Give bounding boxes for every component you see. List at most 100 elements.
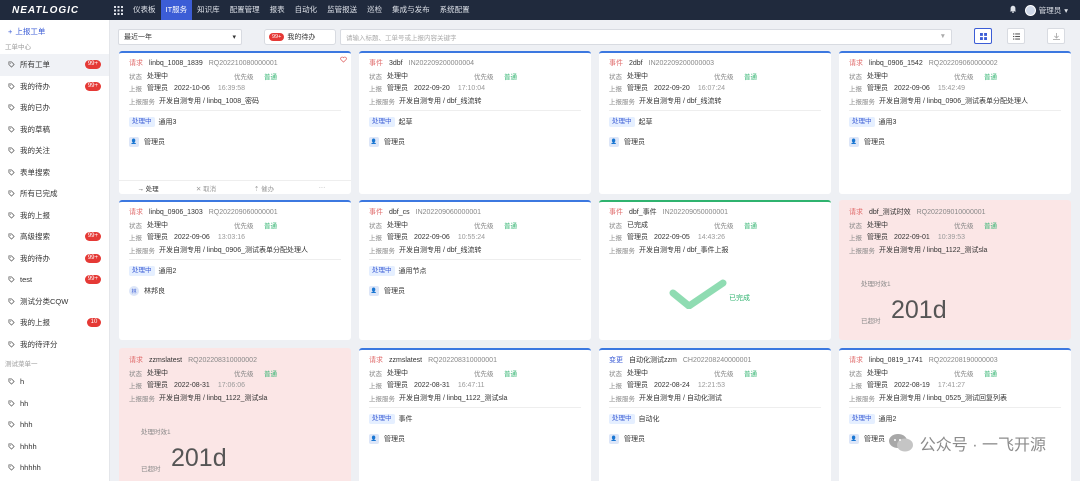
step-name: 通用2 bbox=[158, 268, 177, 275]
nav-it-service[interactable]: IT服务 bbox=[160, 0, 193, 20]
ticket-code: RQ202210080000001 bbox=[208, 59, 278, 67]
ticket-card[interactable]: 请求 dbf_测试时效 RQ202209010000001 状态 处理中 优先级 普通 上报管… bbox=[839, 200, 1071, 340]
ticket-title[interactable]: linbq_0906_1303 bbox=[149, 209, 203, 216]
status-value: 处理中 bbox=[627, 72, 648, 80]
card-view-button[interactable] bbox=[974, 28, 992, 44]
sidebar-item[interactable]: hhhh bbox=[0, 436, 109, 458]
sidebar-item[interactable]: 表单搜索 bbox=[0, 162, 109, 184]
sidebar-item[interactable]: 我的上报 10 bbox=[0, 312, 109, 334]
nav-regulatory[interactable]: 监管报送 bbox=[322, 0, 362, 20]
service-path: 开发自测专用 / linbq_1122_测试sla bbox=[159, 394, 268, 402]
cancel-button[interactable]: ✕ 取消 bbox=[177, 183, 235, 193]
time-range-select[interactable]: 最近一年 ▾ bbox=[118, 28, 242, 45]
ticket-card[interactable]: 请求 linbq_0906_1303 RQ202209060000001 状态 处理中优… bbox=[119, 200, 351, 340]
export-button[interactable] bbox=[1047, 28, 1065, 44]
more-button[interactable]: ··· bbox=[293, 184, 351, 191]
nav-integration[interactable]: 集成与发布 bbox=[387, 0, 435, 20]
grid-view-icon bbox=[979, 32, 987, 40]
sidebar-item[interactable]: 我的已办 bbox=[0, 97, 109, 119]
sidebar-item[interactable]: hh bbox=[0, 393, 109, 415]
ticket-title[interactable]: linbq_1008_1839 bbox=[149, 60, 203, 67]
user-icon: 👤 bbox=[370, 288, 378, 294]
ticket-title[interactable]: dbf_测试时效 bbox=[869, 207, 911, 217]
search-input[interactable]: 请输入标题、工单号或上报内容关键字 ▼ bbox=[340, 28, 952, 45]
ticket-card[interactable]: 请求 linbq_0906_1542 RQ202209060000002 状态 处理中优… bbox=[839, 51, 1071, 194]
nav-knowledge[interactable]: 知识库 bbox=[192, 0, 225, 20]
ticket-card[interactable]: 变更 自动化测试zzm CH202208240000001 状态 处理中 优先级 普通 上报管… bbox=[599, 348, 831, 481]
ticket-type: 事件 bbox=[609, 60, 623, 68]
process-button[interactable]: → 处理 bbox=[119, 183, 177, 193]
ticket-card[interactable]: 事件 dbf_cs IN202209060000001 状态 处理中 优先级 普通 上报 管理员… bbox=[359, 200, 591, 340]
ticket-title[interactable]: dbf_事件 bbox=[629, 207, 657, 217]
sidebar-item[interactable]: hhhhh bbox=[0, 457, 109, 479]
sidebar-item[interactable]: 我的上报 bbox=[0, 205, 109, 227]
step-status-tag: 处理中 bbox=[609, 414, 635, 424]
sidebar-item[interactable]: 所有已完成 bbox=[0, 183, 109, 205]
list-view-button[interactable] bbox=[1007, 28, 1025, 44]
nav-inspection[interactable]: 巡检 bbox=[362, 0, 387, 20]
sidebar-item[interactable]: 我的关注 bbox=[0, 140, 109, 162]
sla-duration: 201d bbox=[891, 296, 947, 324]
ticket-card[interactable]: 请求 zzmslatest RQ202208310000002 状态 处理中 优先级 普通上… bbox=[119, 348, 351, 481]
sidebar-item[interactable]: 所有工单 99+ bbox=[0, 54, 109, 76]
ticket-card[interactable]: 事件 dbf_事件 IN202209050000001 状态 已完成 优先级 普通 上报 管理员… bbox=[599, 200, 831, 340]
download-icon bbox=[1052, 32, 1060, 40]
sidebar-item[interactable]: 测试分类CQW bbox=[0, 291, 109, 313]
sidebar-item[interactable]: 我的草稿 bbox=[0, 119, 109, 141]
step-status-tag: 处理中 bbox=[849, 117, 875, 127]
ticket-title[interactable]: linbq_0819_1741 bbox=[869, 357, 923, 364]
service-path: 开发自测专用 / linbq_0906_测试表单分配处理人 bbox=[879, 97, 1028, 105]
status-value: 处理中 bbox=[147, 72, 168, 80]
sidebar-item[interactable]: 我的待评分 bbox=[0, 334, 109, 356]
report-time: 15:42:49 bbox=[937, 84, 966, 92]
my-todo-button[interactable]: 99+ 我的待办 bbox=[264, 28, 336, 45]
sidebar-section-title: 测试菜单一 bbox=[5, 361, 38, 368]
nav-system-config[interactable]: 系统配置 bbox=[435, 0, 475, 20]
nav-cmdb[interactable]: 配置管理 bbox=[225, 0, 265, 20]
filter-icon[interactable]: ▼ bbox=[940, 33, 946, 40]
nav-dashboard[interactable]: 仪表板 bbox=[128, 0, 161, 20]
ticket-title[interactable]: 2dbf bbox=[629, 60, 643, 67]
ticket-card[interactable]: 请求 zzmslatest RQ202208310000001 状态 处理中 优先级 普通上… bbox=[359, 348, 591, 481]
ticket-card[interactable]: 事件 2dbf IN202209200000003 状态 处理中 优先级 普通 上报 管理员 20… bbox=[599, 51, 831, 194]
toolbar: 最近一年 ▾ 99+ 我的待办 请输入标题、工单号或上报内容关键字 ▼ bbox=[110, 20, 1080, 53]
sidebar-item[interactable]: hhh bbox=[0, 414, 109, 436]
ticket-code: IN202209200000004 bbox=[408, 59, 475, 67]
user-icon: 👤 bbox=[370, 436, 378, 442]
ticket-title[interactable]: linbq_0906_1542 bbox=[869, 60, 923, 67]
sidebar-item[interactable]: 高级搜索 99+ bbox=[0, 226, 109, 248]
reporter-value: 管理员 bbox=[147, 234, 168, 242]
ticket-title[interactable]: dbf_cs bbox=[389, 209, 410, 216]
sidebar-item[interactable]: 我的待办 99+ bbox=[0, 248, 109, 270]
user-menu[interactable]: 管理员 ▾ bbox=[1024, 4, 1068, 16]
ticket-title[interactable]: zzmslatest bbox=[149, 357, 182, 364]
report-ticket-button[interactable]: + 上报工单 bbox=[0, 20, 109, 42]
tag-icon bbox=[8, 147, 15, 154]
heart-icon[interactable] bbox=[340, 56, 347, 63]
ticket-card[interactable]: 事件 3dbf IN202209200000004 状态 处理中 优先级 普通 上报 管理员 20… bbox=[359, 51, 591, 194]
tag-icon bbox=[8, 255, 15, 262]
service-path: 开发自测专用 / linbq_0906_测试表单分配处理人 bbox=[159, 246, 308, 254]
ticket-code: IN202209050000001 bbox=[662, 208, 729, 216]
sidebar-item[interactable]: h bbox=[0, 371, 109, 393]
urge-button[interactable]: ⇡ 催办 bbox=[235, 183, 293, 193]
ticket-title[interactable]: 3dbf bbox=[389, 60, 403, 67]
divider bbox=[849, 407, 1061, 408]
service-path: 开发自测专用 / linbq_1122_测试sla bbox=[399, 394, 508, 402]
ticket-card[interactable]: 请求 linbq_1008_1839 RQ202210080000001 状态 处理中优… bbox=[119, 51, 351, 194]
report-date: 2022-09-01 bbox=[894, 233, 930, 241]
nav-report[interactable]: 报表 bbox=[265, 0, 290, 20]
nav-automation[interactable]: 自动化 bbox=[290, 0, 323, 20]
divider bbox=[849, 110, 1061, 111]
main-content: 最近一年 ▾ 99+ 我的待办 请输入标题、工单号或上报内容关键字 ▼ 请求 linbq… bbox=[110, 20, 1080, 481]
report-date: 2022-08-19 bbox=[894, 381, 930, 389]
ticket-card[interactable]: 请求 linbq_0819_1741 RQ202208190000003 状态 处理中优… bbox=[839, 348, 1071, 481]
ticket-title[interactable]: zzmslatest bbox=[389, 357, 422, 364]
sidebar-item[interactable]: 我的待办 99+ bbox=[0, 76, 109, 98]
app-grid-icon[interactable] bbox=[108, 0, 128, 20]
user-icon: 👤 bbox=[850, 436, 858, 442]
sidebar-item[interactable]: test 99+ bbox=[0, 269, 109, 291]
bell-icon[interactable] bbox=[1009, 5, 1017, 15]
report-date: 2022-09-05 bbox=[654, 233, 690, 241]
ticket-title[interactable]: 自动化测试zzm bbox=[629, 355, 677, 365]
